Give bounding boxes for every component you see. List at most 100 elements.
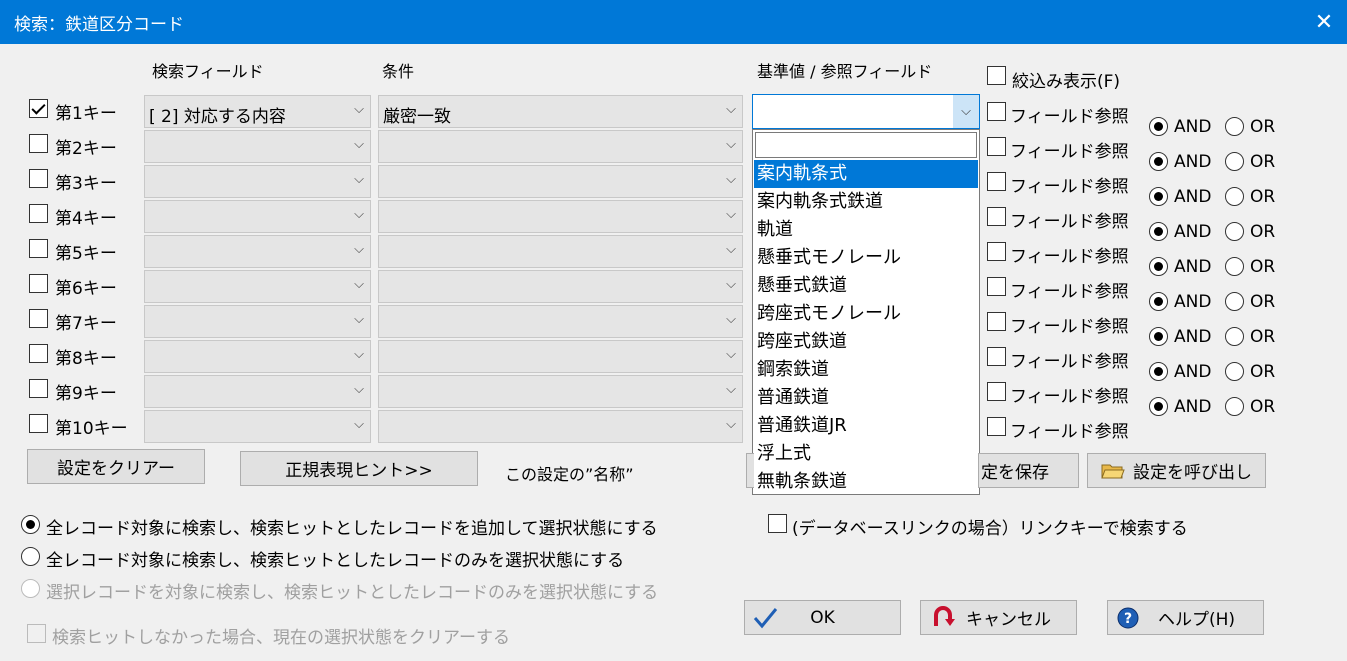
header-reference: 基準値 / 参照フィールド (757, 62, 933, 81)
dropdown-option[interactable]: 案内軌条式鉄道 (754, 188, 978, 216)
or-radio[interactable] (1225, 117, 1244, 136)
ok-button[interactable]: OK (744, 600, 901, 635)
chevron-down-icon: ⌵ (726, 277, 736, 292)
key-checkbox[interactable] (29, 344, 48, 363)
or-label: OR (1250, 362, 1276, 382)
dropdown-option[interactable]: 普通鉄道JR (754, 412, 978, 440)
field-combo[interactable]: [ 2] 対応する内容 ⌵ (144, 95, 371, 128)
help-button[interactable]: ? ヘルプ(H) (1107, 600, 1264, 635)
and-label: AND (1174, 397, 1212, 417)
regex-hint-button[interactable]: 正規表現ヒント>> (240, 451, 478, 486)
and-radio[interactable] (1149, 362, 1168, 381)
condition-combo[interactable]: ⌵ (378, 165, 743, 198)
dropdown-option[interactable]: 鋼索鉄道 (754, 356, 978, 384)
save-settings-button[interactable]: 定を保存 (978, 453, 1079, 488)
db-link-checkbox[interactable] (768, 514, 787, 533)
dropdown-option[interactable]: 跨座式モノレール (754, 300, 978, 328)
or-radio[interactable] (1225, 362, 1244, 381)
setting-name-input[interactable] (746, 453, 754, 488)
or-radio[interactable] (1225, 152, 1244, 171)
key-checkbox[interactable] (29, 99, 48, 118)
field-combo[interactable]: ⌵ (144, 340, 371, 373)
condition-combo[interactable]: ⌵ (378, 130, 743, 163)
condition-combo[interactable]: ⌵ (378, 410, 743, 443)
field-combo[interactable]: ⌵ (144, 165, 371, 198)
dropdown-option[interactable]: 案内軌条式 (754, 160, 978, 188)
field-combo[interactable]: ⌵ (144, 235, 371, 268)
option-radio-only[interactable] (21, 547, 40, 566)
field-combo[interactable]: ⌵ (144, 130, 371, 163)
dropdown-filter-input[interactable] (755, 132, 977, 158)
key-checkbox[interactable] (29, 274, 48, 293)
field-ref-checkbox[interactable] (987, 312, 1006, 331)
and-radio[interactable] (1149, 292, 1168, 311)
dropdown-option[interactable]: 軌道 (754, 216, 978, 244)
field-combo[interactable]: ⌵ (144, 410, 371, 443)
folder-icon (1101, 464, 1125, 478)
key-checkbox[interactable] (29, 379, 48, 398)
field-combo[interactable]: ⌵ (144, 200, 371, 233)
or-radio[interactable] (1225, 397, 1244, 416)
field-ref-label: フィールド参照 (1010, 142, 1129, 162)
dropdown-option[interactable]: 普通鉄道 (754, 384, 978, 412)
option-radio-selected-only (21, 579, 40, 598)
or-radio[interactable] (1225, 222, 1244, 241)
field-combo[interactable]: ⌵ (144, 305, 371, 338)
field-ref-checkbox[interactable] (987, 172, 1006, 191)
field-ref-checkbox[interactable] (987, 277, 1006, 296)
dropdown-option[interactable]: 跨座式鉄道 (754, 328, 978, 356)
and-label: AND (1174, 327, 1212, 347)
or-radio[interactable] (1225, 327, 1244, 346)
and-radio[interactable] (1149, 257, 1168, 276)
clear-no-hit-label: 検索ヒットしなかった場合、現在の選択状態をクリアーする (52, 628, 510, 648)
or-radio[interactable] (1225, 187, 1244, 206)
field-ref-label: フィールド参照 (1010, 352, 1129, 372)
and-radio[interactable] (1149, 397, 1168, 416)
field-combo[interactable]: ⌵ (144, 270, 371, 303)
or-radio[interactable] (1225, 257, 1244, 276)
key-checkbox[interactable] (29, 204, 48, 223)
reference-value-combo[interactable]: ⌵ (752, 94, 980, 129)
key-checkbox[interactable] (29, 239, 48, 258)
and-radio[interactable] (1149, 187, 1168, 206)
key-checkbox[interactable] (29, 134, 48, 153)
field-ref-checkbox[interactable] (987, 417, 1006, 436)
load-settings-button[interactable]: 設定を呼び出し (1087, 453, 1266, 488)
and-label: AND (1174, 292, 1212, 312)
condition-combo[interactable]: ⌵ (378, 305, 743, 338)
clear-settings-button[interactable]: 設定をクリアー (27, 449, 205, 484)
key-checkbox[interactable] (29, 414, 48, 433)
dropdown-option[interactable]: 懸垂式モノレール (754, 244, 978, 272)
cancel-button[interactable]: キャンセル (920, 600, 1077, 635)
key-checkbox[interactable] (29, 169, 48, 188)
condition-combo[interactable]: ⌵ (378, 340, 743, 373)
field-ref-checkbox[interactable] (987, 207, 1006, 226)
option-radio-add[interactable] (21, 515, 40, 534)
condition-combo[interactable]: 厳密一致 ⌵ (378, 95, 743, 128)
field-ref-checkbox[interactable] (987, 347, 1006, 366)
key-checkbox[interactable] (29, 309, 48, 328)
and-radio[interactable] (1149, 117, 1168, 136)
or-radio[interactable] (1225, 292, 1244, 311)
and-radio[interactable] (1149, 327, 1168, 346)
field-ref-checkbox[interactable] (987, 242, 1006, 261)
and-radio[interactable] (1149, 222, 1168, 241)
condition-combo[interactable]: ⌵ (378, 200, 743, 233)
chevron-down-icon[interactable]: ⌵ (953, 95, 979, 128)
header-field: 検索フィールド (152, 62, 264, 81)
condition-combo[interactable]: ⌵ (378, 270, 743, 303)
close-icon[interactable]: ✕ (1301, 0, 1347, 44)
dropdown-option[interactable]: 浮上式 (754, 440, 978, 468)
field-ref-checkbox[interactable] (987, 382, 1006, 401)
chevron-down-icon: ⌵ (726, 382, 736, 397)
narrow-display-checkbox[interactable] (987, 66, 1006, 85)
dropdown-option[interactable]: 懸垂式鉄道 (754, 272, 978, 300)
condition-combo[interactable]: ⌵ (378, 235, 743, 268)
condition-combo[interactable]: ⌵ (378, 375, 743, 408)
field-ref-checkbox[interactable] (987, 102, 1006, 121)
and-radio[interactable] (1149, 152, 1168, 171)
field-ref-checkbox[interactable] (987, 137, 1006, 156)
and-label: AND (1174, 187, 1212, 207)
field-combo[interactable]: ⌵ (144, 375, 371, 408)
dropdown-option[interactable]: 無軌条鉄道 (754, 468, 978, 496)
